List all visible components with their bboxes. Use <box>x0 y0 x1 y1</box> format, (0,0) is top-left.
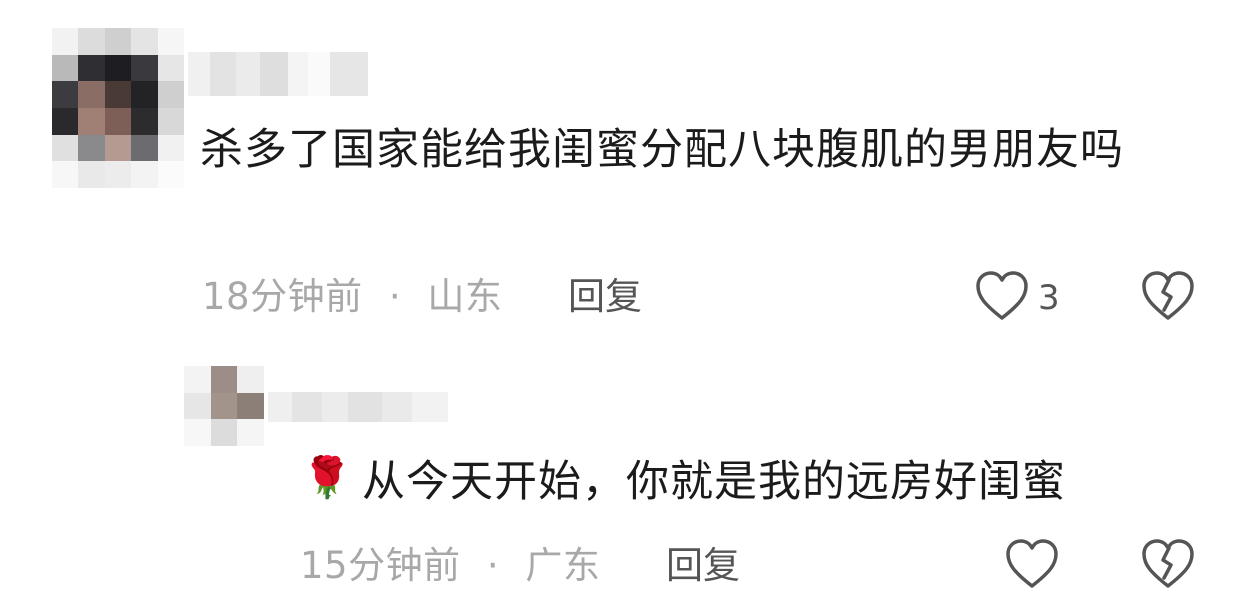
comment-meta: 15分钟前 · 广东 <box>300 544 600 588</box>
username[interactable] <box>268 392 448 422</box>
like-count: 3 <box>1038 278 1060 318</box>
location: 山东 <box>427 275 503 318</box>
username[interactable] <box>188 52 368 96</box>
broken-heart-icon[interactable] <box>1140 270 1196 322</box>
timestamp: 15分钟前 <box>300 544 461 587</box>
reply-button[interactable]: 回复 <box>666 544 740 588</box>
reply-button[interactable]: 回复 <box>568 275 642 319</box>
comment-meta: 18分钟前 · 山东 <box>202 275 502 319</box>
avatar[interactable] <box>52 28 184 188</box>
rose-icon: 🌹 <box>302 455 352 501</box>
heart-outline-icon[interactable] <box>1004 538 1060 590</box>
comment-text: 从今天开始，你就是我的远房好闺蜜 <box>362 457 1066 507</box>
separator: · <box>388 275 402 318</box>
location: 广东 <box>525 544 601 587</box>
heart-outline-icon[interactable] <box>974 270 1030 322</box>
timestamp: 18分钟前 <box>202 275 363 318</box>
comment-text: 杀多了国家能给我闺蜜分配八块腹肌的男朋友吗 <box>200 125 1124 175</box>
avatar[interactable] <box>184 366 264 446</box>
separator: · <box>486 544 500 587</box>
broken-heart-icon[interactable] <box>1140 538 1196 590</box>
